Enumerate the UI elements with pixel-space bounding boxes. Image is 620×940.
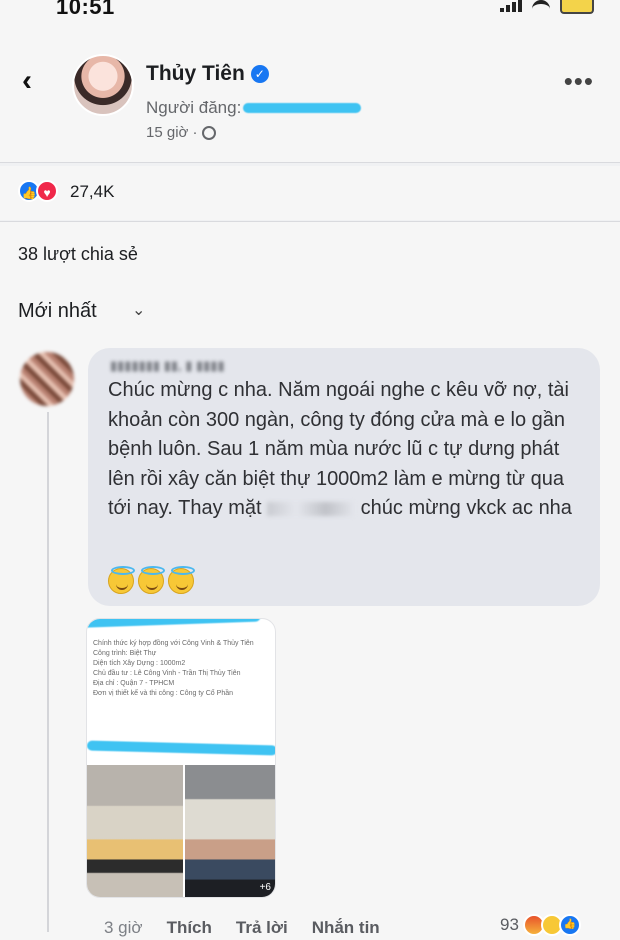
card-line: Chủ đầu tư : Lê Công Vinh - Trần Thị Thủ… [93,670,241,677]
back-arrow-icon[interactable]: ‹ [22,66,52,96]
status-time: 10:51 [56,0,115,19]
redaction-mark [87,740,275,756]
love-icon: ♥ [36,180,58,202]
poster-avatar[interactable] [72,54,134,116]
card-line: Đơn vị thiết kế và thi công : Công ty Cổ… [93,690,233,697]
card-photo[interactable] [87,765,183,897]
comment-text: Chúc mừng c nha. Năm ngoái nghe c kêu vỡ… [108,376,588,524]
comment-reactions[interactable]: 93 👍 [500,914,581,936]
wifi-icon [532,0,550,12]
shares-count[interactable]: 38 lượt chia sẻ [18,244,138,265]
comment-thread: ▮▮▮▮▮▮▮ ▮▮, ▮ ▮▮▮▮ Chúc mừng c nha. Năm … [0,340,620,940]
image-count-badge: +6 [259,882,271,893]
card-line: Công trình: Biệt Thự [93,650,157,657]
reaction-icons: 👍 ♥ [18,180,58,202]
more-dots-icon[interactable]: ••• [564,68,594,94]
poster-name[interactable]: Thủy Tiên [146,62,245,86]
comment-actions: 3 giờ Thích Trả lời Nhắn tin [104,918,380,938]
globe-icon [201,125,216,140]
battery-icon [560,0,594,14]
comment-sort[interactable]: Mới nhất ⌄ [0,284,620,340]
smile-halo-icon [138,566,165,594]
redaction-mark [267,501,356,516]
thread-line [47,412,49,932]
smile-halo-icon [108,566,135,594]
poster-name-row[interactable]: Thủy Tiên ✓ [146,62,269,86]
card-photo[interactable]: +6 [185,765,275,897]
shares-row[interactable]: 38 lượt chia sẻ [0,222,620,284]
posted-by-label: Người đăng: [146,98,242,117]
like-icon: 👍 [558,914,581,936]
reaction-count[interactable]: 27,4K [70,182,114,202]
redaction-mark [243,103,362,113]
commenter-avatar[interactable] [20,352,74,406]
commenter-name-redacted: ▮▮▮▮▮▮▮ ▮▮, ▮ ▮▮▮▮ [110,358,225,373]
card-line: Diện tích Xây Dựng : 1000m2 [93,660,186,667]
post-time: 15 giờ · [146,124,198,141]
comment-bubble[interactable]: ▮▮▮▮▮▮▮ ▮▮, ▮ ▮▮▮▮ Chúc mừng c nha. Năm … [88,348,600,606]
like-button[interactable]: Thích [167,918,212,938]
sort-label[interactable]: Mới nhất [18,300,97,323]
emoji-row [108,566,195,594]
verified-badge-icon: ✓ [250,65,269,83]
message-button[interactable]: Nhắn tin [312,918,380,938]
redaction-mark [87,619,262,629]
card-line: Chính thức ký hợp đồng với Công Vinh & T… [93,640,254,647]
divider [0,162,620,163]
card-text: Chính thức ký hợp đồng với Công Vinh & T… [93,639,269,699]
post-header: ‹ Thủy Tiên ✓ Người đăng: 15 giờ · ••• [0,22,620,162]
status-icons [500,0,594,14]
chevron-down-icon[interactable]: ⌄ [132,300,145,320]
card-line: Địa chỉ : Quận 7 - TPHCM [93,680,175,687]
reactions-row[interactable]: 👍 ♥ 27,4K [0,166,620,220]
comment-reaction-count[interactable]: 93 [500,915,519,935]
attached-image[interactable]: Chính thức ký hợp đồng với Công Vinh & T… [86,618,276,898]
comment-text-part2: chúc mừng vkck ac nha [360,497,572,519]
posted-by: Người đăng: [146,98,362,118]
status-bar: 10:51 [0,0,620,22]
smile-halo-icon [168,566,195,594]
signal-icon [500,0,522,12]
comment-time: 3 giờ [104,918,143,937]
reply-button[interactable]: Trả lời [236,918,288,938]
post-time-row: 15 giờ · [146,124,216,141]
